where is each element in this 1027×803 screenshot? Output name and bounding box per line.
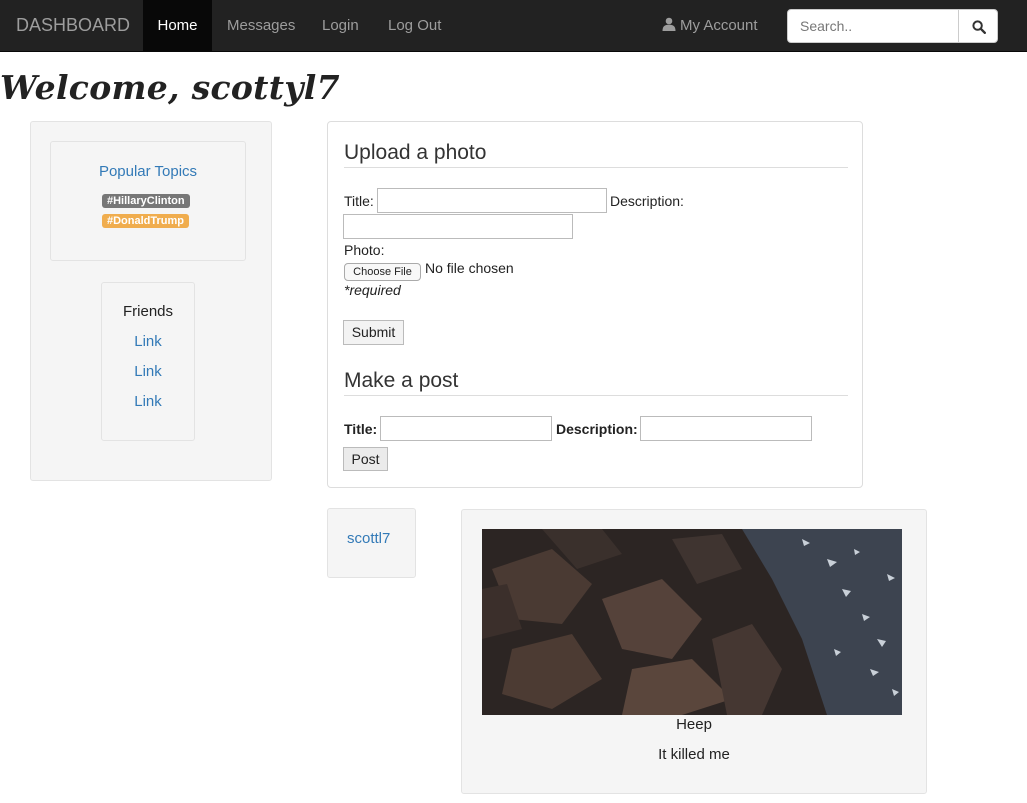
popular-topics-panel: Popular Topics #HillaryClinton #DonaldTr… (50, 141, 246, 261)
top-navbar: DASHBOARD Home Messages Login Log Out My… (0, 0, 1027, 52)
post-description-label: Description: (556, 421, 638, 437)
divider (344, 395, 848, 396)
search-button[interactable] (958, 9, 998, 43)
welcome-heading: Welcome, scottyl7 (0, 68, 340, 107)
post-author-panel: scottl7 (327, 508, 416, 578)
upload-description-label: Description: (610, 193, 684, 209)
post-description: It killed me (658, 746, 730, 763)
popular-topics-title[interactable]: Popular Topics (51, 163, 245, 180)
post-heading: Make a post (344, 369, 459, 392)
choose-file-button[interactable]: Choose File (344, 263, 421, 281)
friends-title: Friends (122, 303, 174, 320)
post-button[interactable]: Post (343, 447, 388, 471)
upload-description-input[interactable] (343, 214, 573, 239)
photo-label: Photo: (344, 242, 385, 258)
post-title-input[interactable] (380, 416, 552, 441)
upload-title-input[interactable] (377, 188, 607, 213)
post-author-link[interactable]: scottl7 (347, 530, 390, 547)
required-note: *required (344, 282, 401, 298)
friends-panel: Friends Link Link Link (101, 282, 195, 441)
tag-donald-trump[interactable]: #DonaldTrump (102, 214, 190, 228)
upload-heading: Upload a photo (344, 141, 487, 164)
post-card: Heep It killed me (461, 509, 927, 794)
mountain-photo (482, 529, 902, 715)
search-input[interactable] (787, 9, 959, 43)
brand-logo[interactable]: DASHBOARD (16, 15, 130, 36)
post-title: Heep (676, 716, 712, 733)
nav-home[interactable]: Home (143, 0, 212, 51)
search-icon (972, 20, 986, 34)
friend-link[interactable]: Link (102, 333, 194, 350)
forms-card: Upload a photo Title: Description: Photo… (327, 121, 863, 488)
friend-link[interactable]: Link (102, 393, 194, 410)
nav-login[interactable]: Login (322, 0, 359, 51)
post-title-label: Title: (344, 421, 378, 437)
sidebar: Popular Topics #HillaryClinton #DonaldTr… (30, 121, 272, 481)
nav-my-account[interactable]: My Account (662, 0, 758, 51)
submit-button[interactable]: Submit (343, 320, 404, 345)
nav-messages[interactable]: Messages (227, 0, 295, 51)
user-icon (662, 17, 676, 31)
tag-hillary-clinton[interactable]: #HillaryClinton (102, 194, 190, 208)
post-photo[interactable] (482, 529, 902, 715)
my-account-label: My Account (680, 17, 758, 34)
upload-title-label: Title: (344, 193, 374, 209)
no-file-text: No file chosen (425, 260, 514, 276)
divider (344, 167, 848, 168)
post-description-input[interactable] (640, 416, 812, 441)
friend-link[interactable]: Link (102, 363, 194, 380)
nav-logout[interactable]: Log Out (388, 0, 441, 51)
